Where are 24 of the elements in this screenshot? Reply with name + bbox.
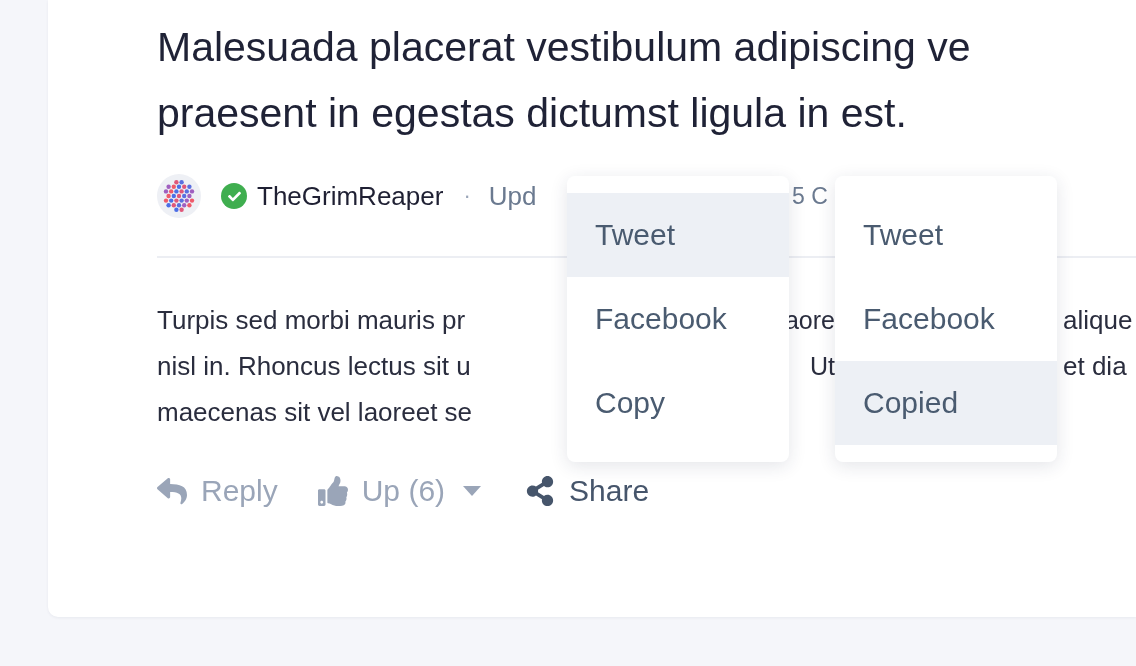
separator-dot: · bbox=[463, 183, 471, 209]
body-text: Ut bbox=[810, 351, 835, 381]
reply-icon bbox=[157, 476, 187, 506]
post-title: praesent in egestas dictumst ligula in est. bbox=[157, 89, 908, 138]
share-button[interactable]: Share bbox=[525, 474, 650, 508]
update-text: Upd bbox=[488, 180, 537, 212]
thumbs-up-icon bbox=[317, 476, 348, 506]
menu-item[interactable]: Facebook bbox=[835, 277, 1057, 361]
comments-text: 5 C bbox=[792, 182, 829, 210]
body-text: alique bbox=[1063, 304, 1134, 336]
body-text: et dia bbox=[1063, 350, 1128, 382]
caret-icon bbox=[463, 486, 482, 496]
menu-item[interactable]: Facebook bbox=[567, 277, 789, 361]
avatar-icon bbox=[157, 174, 201, 218]
menu-item[interactable]: Copy bbox=[567, 361, 789, 445]
post-title: Malesuada placerat vestibulum adipiscing ve bbox=[157, 23, 972, 72]
body-text: maecenas sit vel laoreet se bbox=[157, 396, 474, 428]
menu-item[interactable]: Tweet bbox=[567, 193, 789, 277]
author-name[interactable]: TheGrimReaper bbox=[257, 180, 444, 212]
body-text: Turpis sed morbi mauris pr bbox=[157, 304, 467, 336]
body-text: nisl in. Rhoncus lectus sit u bbox=[157, 350, 472, 382]
menu-item[interactable]: Tweet bbox=[835, 193, 1057, 277]
menu-item[interactable]: Copied bbox=[835, 361, 1057, 445]
share-icon bbox=[525, 476, 556, 506]
